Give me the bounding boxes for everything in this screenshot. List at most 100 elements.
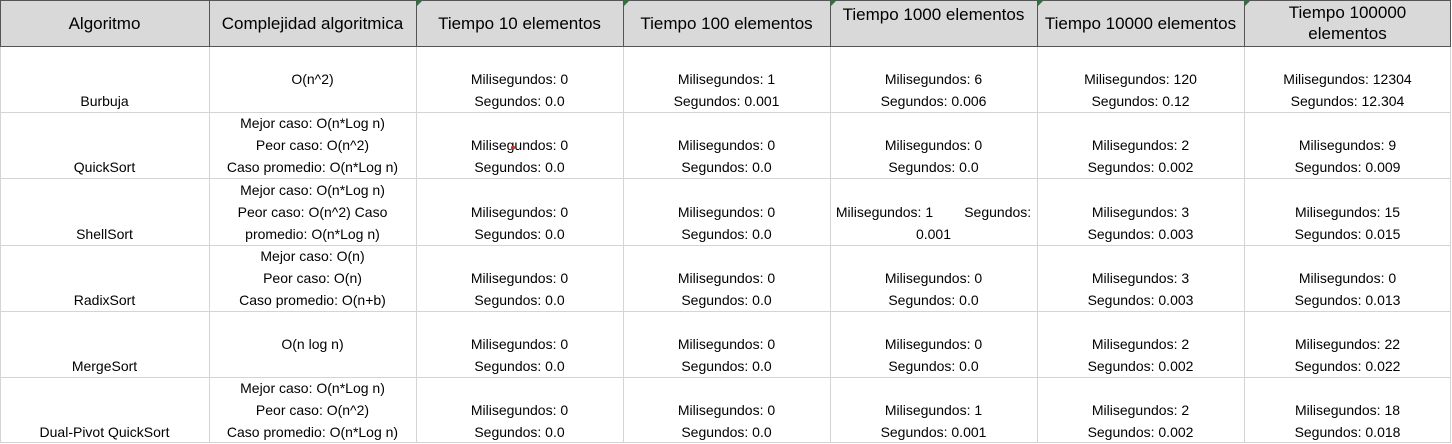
- complexity-cell[interactable]: Mejor caso: O(n*Log n) Peor caso: O(n^2) …: [209, 178, 416, 245]
- time-cell[interactable]: Milisegundos: 0 Segundos: 0.0: [623, 377, 830, 443]
- complexity-line: Caso promedio: O(n*Log n): [226, 159, 399, 175]
- complexity-cell[interactable]: Mejor caso: O(n*Log n) Peor caso: O(n^2) C…: [209, 112, 416, 178]
- seconds-value: Segundos: 0.12: [1091, 93, 1190, 109]
- complexity-line: O(n^2): [291, 71, 334, 87]
- seconds-value: Segundos: 0.0: [888, 358, 979, 374]
- milliseconds-value: Milisegundos: 0: [470, 270, 569, 286]
- comment-indicator-icon: [831, 1, 836, 6]
- milliseconds-value: Milisegundos: 0: [677, 204, 776, 220]
- header-tiempo-10000[interactable]: Tiempo 10000 elementos: [1037, 0, 1244, 46]
- row-gridline: [0, 112, 1451, 113]
- time-cell[interactable]: Milisegundos: 0 Segundos: 0.0: [416, 245, 623, 311]
- header-label: Algoritmo: [68, 13, 141, 33]
- time-cell[interactable]: Milisegundos: 0 Segundos: 0.0: [623, 245, 830, 311]
- milliseconds-value: Milisegundos: 0: [884, 336, 983, 352]
- time-cell[interactable]: Milisegundos: 2 Segundos: 0.002: [1037, 311, 1244, 377]
- time-cell[interactable]: Milisegundos: 0 Segundos: 0.0: [623, 112, 830, 178]
- algorithm-name-cell[interactable]: QuickSort: [0, 112, 209, 178]
- complexity-line: O(n log n): [281, 336, 344, 352]
- time-cell[interactable]: Milisegundos: 0 Segundos: 0.0: [623, 178, 830, 245]
- seconds-value: Segundos: 0.018: [1294, 424, 1401, 440]
- milliseconds-value: Milisegundos: 0: [470, 204, 569, 220]
- complexity-cell[interactable]: Mejor caso: O(n*Log n) Peor caso: O(n^2) C…: [209, 377, 416, 443]
- time-cell[interactable]: Milisegundos: 0 Segundos: 0.0: [416, 377, 623, 443]
- time-cell[interactable]: Milisegundos: 0 Segundos: 0.0: [623, 311, 830, 377]
- milliseconds-value: Milisegundos: 0: [677, 270, 776, 286]
- time-cell[interactable]: Milisegundos: 0 Segundos: 0.013: [1244, 245, 1451, 311]
- time-cell[interactable]: Milisegundos: 12304 Segundos: 12.304: [1244, 46, 1451, 112]
- seconds-value: Segundos: 0.0: [474, 226, 565, 242]
- time-cell[interactable]: Milisegundos: 2 Segundos: 0.002: [1037, 377, 1244, 443]
- complexity-cell[interactable]: O(n^2): [209, 46, 416, 112]
- algorithm-name-cell[interactable]: Burbuja: [0, 46, 209, 112]
- algorithm-name-cell[interactable]: RadixSort: [0, 245, 209, 311]
- comment-indicator-icon: [624, 1, 629, 6]
- header-column-border: [623, 0, 624, 46]
- header-column-border: [209, 0, 210, 46]
- milliseconds-value: Milisegundos: 0: [677, 137, 776, 153]
- algorithm-name-cell[interactable]: ShellSort: [0, 178, 209, 245]
- seconds-value: Segundos: 0.002: [1087, 424, 1194, 440]
- header-label: Tiempo 100000 elementos: [1288, 3, 1407, 43]
- milliseconds-value: Milisegundos: 0: [884, 270, 983, 286]
- time-cell[interactable]: Milisegundos: 0 Segundos: 0.0: [830, 245, 1037, 311]
- complexity-cell[interactable]: Mejor caso: O(n) Peor caso: O(n) Caso prom…: [209, 245, 416, 311]
- header-column-border: [1037, 0, 1038, 46]
- milliseconds-value: Milisegundos: 0: [470, 336, 569, 352]
- header-algoritmo[interactable]: Algoritmo: [0, 0, 209, 46]
- milliseconds-value: Milisegundos: 22: [1294, 336, 1401, 352]
- seconds-value: Segundos: 0.001: [880, 424, 987, 440]
- milliseconds-value: Milisegundos: 1 Segundos:: [835, 204, 1032, 220]
- time-cell[interactable]: Milisegundos: 0 Segundos: 0.0: [830, 311, 1037, 377]
- algorithm-name: Burbuja: [80, 93, 129, 109]
- milliseconds-value: Milisegundos: 0: [470, 71, 569, 87]
- milliseconds-value: Milisegundos: 3: [1091, 204, 1190, 220]
- row-gridline: [0, 46, 1451, 47]
- row-gridline: [0, 377, 1451, 378]
- time-cell[interactable]: Milisegundos: 0 Segundos: 0.0: [416, 311, 623, 377]
- seconds-value: Segundos: 0.002: [1087, 358, 1194, 374]
- time-cell[interactable]: Milisegundos: 1 Segundos: 0.001: [830, 178, 1037, 245]
- time-cell[interactable]: Milisegundos: 3 Segundos: 0.003: [1037, 178, 1244, 245]
- time-cell[interactable]: Milisegundos: 0 Segundos: 0.0: [416, 46, 623, 112]
- time-cell[interactable]: Milisegundos: 0 Segundos: 0.0: [416, 112, 623, 178]
- time-cell[interactable]: Milisegundos: 18 Segundos: 0.018: [1244, 377, 1451, 443]
- row-gridline: [0, 0, 1451, 1]
- header-label: Tiempo 1000 elementos: [842, 5, 1025, 24]
- algorithm-name-cell[interactable]: MergeSort: [0, 311, 209, 377]
- row-gridline: [0, 311, 1451, 312]
- time-cell[interactable]: Milisegundos: 0 Segundos: 0.0: [416, 178, 623, 245]
- milliseconds-value: Milisegundos: 2: [1091, 402, 1190, 418]
- seconds-value: Segundos: 0.001: [673, 93, 780, 109]
- header-complejidad[interactable]: Complejidad algoritmica: [209, 0, 416, 46]
- seconds-value: Segundos: 0.0: [474, 292, 565, 308]
- milliseconds-value: Milisegundos: 12304: [1283, 71, 1412, 87]
- header-tiempo-1000[interactable]: Tiempo 1000 elementos: [830, 0, 1037, 46]
- header-label: Tiempo 100 elementos: [640, 13, 813, 33]
- time-cell[interactable]: Milisegundos: 15 Segundos: 0.015: [1244, 178, 1451, 245]
- time-cell[interactable]: Milisegundos: 0 Segundos: 0.0: [830, 112, 1037, 178]
- time-cell[interactable]: Milisegundos: 2 Segundos: 0.002: [1037, 112, 1244, 178]
- header-tiempo-100000[interactable]: Tiempo 100000 elementos: [1244, 0, 1451, 46]
- seconds-value: Segundos: 0.0: [474, 159, 565, 175]
- milliseconds-value: Milisegundos: 0: [470, 137, 569, 153]
- algorithm-name-cell[interactable]: Dual-Pivot QuickSort: [0, 377, 209, 443]
- header-tiempo-10[interactable]: Tiempo 10 elementos: [416, 0, 623, 46]
- seconds-value: Segundos: 0.0: [474, 358, 565, 374]
- comment-indicator-icon: [417, 1, 422, 6]
- header-tiempo-100[interactable]: Tiempo 100 elementos: [623, 0, 830, 46]
- milliseconds-value: Milisegundos: 0: [470, 402, 569, 418]
- milliseconds-value: Milisegundos: 2: [1091, 137, 1190, 153]
- milliseconds-value: Milisegundos: 120: [1084, 71, 1197, 87]
- time-cell[interactable]: Milisegundos: 120 Segundos: 0.12: [1037, 46, 1244, 112]
- time-cell[interactable]: Milisegundos: 3 Segundos: 0.003: [1037, 245, 1244, 311]
- time-cell[interactable]: Milisegundos: 9 Segundos: 0.009: [1244, 112, 1451, 178]
- seconds-value: Segundos: 0.0: [681, 159, 772, 175]
- time-cell[interactable]: Milisegundos: 1 Segundos: 0.001: [623, 46, 830, 112]
- time-cell[interactable]: Milisegundos: 22 Segundos: 0.022: [1244, 311, 1451, 377]
- milliseconds-value: Milisegundos: 0: [1298, 270, 1397, 286]
- time-cell[interactable]: Milisegundos: 6 Segundos: 0.006: [830, 46, 1037, 112]
- time-cell[interactable]: Milisegundos: 1 Segundos: 0.001: [830, 377, 1037, 443]
- complexity-cell[interactable]: O(n log n): [209, 311, 416, 377]
- comment-indicator-icon: [1245, 1, 1250, 6]
